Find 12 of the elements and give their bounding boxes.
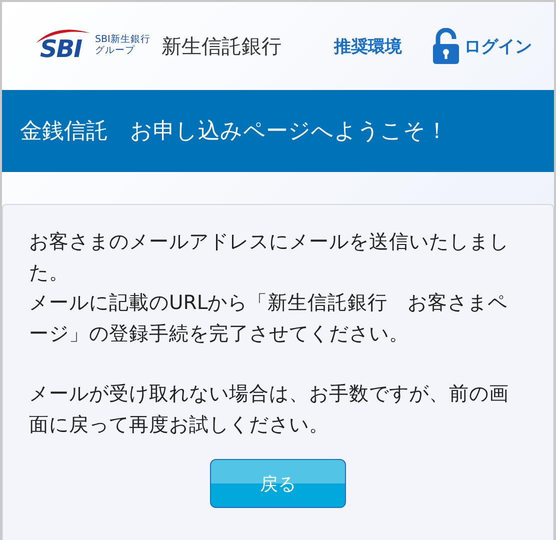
login-link[interactable]: ログイン bbox=[432, 28, 532, 64]
message-text: お客さまのメールアドレスにメールを送信いたしました。 bbox=[29, 229, 509, 286]
message-text: メールが受け取れない場合は、お手数ですが、前の画面に戻って再度お試しください。 bbox=[29, 381, 509, 438]
bank-name: 新生信託銀行 bbox=[161, 32, 282, 60]
unlocked-padlock-icon bbox=[432, 28, 462, 64]
group-name: グループ bbox=[95, 46, 136, 57]
group-name: SBI新生銀行 bbox=[95, 35, 150, 46]
recommended-environment-link[interactable]: 推奨環境 bbox=[334, 34, 402, 58]
back-button[interactable]: 戻る bbox=[210, 459, 346, 508]
sbi-logo: SBI bbox=[34, 25, 92, 67]
banner-title: 金銭信託 お申し込みページへようこそ！ bbox=[20, 118, 448, 146]
message-text: メールに記載のURLから「新生信託銀行 お客さまページ」の登録手続を完了させてください。 bbox=[29, 290, 509, 346]
